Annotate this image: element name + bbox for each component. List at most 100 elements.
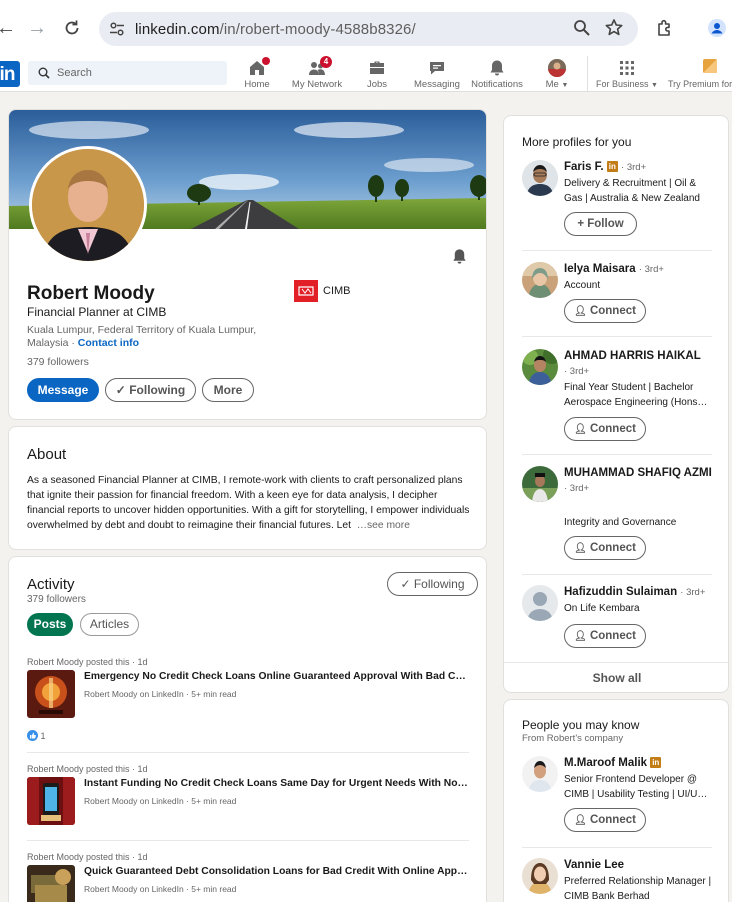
connect-button[interactable]: 👤︎ Connect xyxy=(564,299,646,323)
premium-icon xyxy=(703,59,721,77)
people-you-may-know-card: People you may know From Robert's compan… xyxy=(503,699,729,902)
suggestion-headline: Final Year Student | Bachelor Aerospace … xyxy=(564,382,708,408)
browser-profile-icon[interactable] xyxy=(707,18,727,38)
post-source: Robert Moody on LinkedIn · 5+ min read xyxy=(84,689,237,699)
profile-suggestion[interactable]: Vannie Lee Preferred Relationship Manage… xyxy=(522,858,714,902)
nav-try-premium[interactable]: Try Premium for xyxy=(666,58,732,92)
profile-suggestion[interactable]: Hafizuddin Sulaiman · 3rd+ On Life Kemba… xyxy=(522,585,714,649)
profile-suggestion[interactable]: Faris F. in · 3rd+ Delivery & Recruitmen… xyxy=(522,160,714,240)
post-item[interactable]: Robert Moody posted this · 1d Emergency … xyxy=(27,657,469,747)
back-icon[interactable]: ← xyxy=(0,18,16,38)
url-text[interactable]: linkedin.com/in/robert-moody-4588b8326/ xyxy=(135,21,416,38)
profile-suggestion[interactable]: MUHAMMAD SHAFIQ AZMI · 3rd+ Integrity and… xyxy=(522,466,714,564)
profile-headline: Financial Planner at CIMB xyxy=(27,305,167,319)
suggestion-headline: On Life Kembara xyxy=(564,603,640,614)
divider xyxy=(27,840,469,841)
post-item[interactable]: Robert Moody posted this · 1d Quick Guar… xyxy=(27,852,469,902)
extensions-icon[interactable] xyxy=(655,18,675,38)
nav-home[interactable]: Home xyxy=(229,57,285,92)
avatar[interactable] xyxy=(522,262,558,298)
nav-jobs[interactable]: Jobs xyxy=(349,58,405,92)
suggestion-headline: Delivery & Recruitment | Oil & Gas | Aus… xyxy=(564,178,700,204)
profile-suggestion[interactable]: Ielya Maisara · 3rd+ Account 👤︎ Connect xyxy=(522,262,714,326)
more-profiles-card: More profiles for you Faris F. in · 3rd+… xyxy=(503,115,729,693)
plus-icon: + xyxy=(577,218,585,230)
post-title[interactable]: Emergency No Credit Check Loans Online G… xyxy=(84,671,469,682)
zoom-icon[interactable] xyxy=(572,18,592,38)
more-button[interactable]: More xyxy=(202,378,254,402)
suggestion-name[interactable]: Faris F. in · 3rd+ xyxy=(564,160,714,175)
add-person-icon: 👤︎ xyxy=(574,631,587,642)
message-button[interactable]: Message xyxy=(27,378,99,402)
avatar[interactable] xyxy=(522,585,558,621)
follow-button[interactable]: + Follow xyxy=(564,212,637,236)
suggestion-name[interactable]: AHMAD HARRIS HAIKAL · 3rd+ xyxy=(564,349,714,379)
search-input[interactable]: Search xyxy=(28,61,227,85)
suggestion-name[interactable]: Vannie Lee xyxy=(564,858,714,873)
avatar[interactable] xyxy=(522,160,558,196)
nav-me[interactable]: Me ▼ xyxy=(529,58,585,92)
bell-icon xyxy=(488,59,506,77)
avatar[interactable] xyxy=(522,756,558,792)
see-more-link[interactable]: …see more xyxy=(357,520,410,531)
profile-followers: 379 followers xyxy=(27,356,89,368)
nav-messaging[interactable]: Messaging xyxy=(409,58,465,92)
suggestion-headline: Preferred Relationship Manager | CIMB Ba… xyxy=(564,876,712,902)
check-icon: ✓ xyxy=(400,577,411,591)
avatar[interactable] xyxy=(522,349,558,385)
grid-icon xyxy=(618,59,636,77)
add-person-icon: 👤︎ xyxy=(574,543,587,554)
nav-for-business[interactable]: For Business ▼ xyxy=(594,58,660,92)
tab-posts[interactable]: Posts xyxy=(27,613,73,636)
notify-bell-icon[interactable] xyxy=(451,248,468,265)
connect-button[interactable]: 👤︎ Connect xyxy=(564,417,646,441)
post-item[interactable]: Robert Moody posted this · 1d Instant Fu… xyxy=(27,764,469,834)
activity-following-button[interactable]: ✓ Following xyxy=(387,572,478,596)
show-all-button[interactable]: Show all xyxy=(504,664,728,692)
nav-my-network[interactable]: 4 My Network xyxy=(289,56,345,92)
divider xyxy=(27,752,469,753)
profile-top-card: Robert Moody Financial Planner at CIMB K… xyxy=(8,109,487,420)
profile-location-line: Kuala Lumpur, Federal Territory of Kuala… xyxy=(27,324,257,349)
post-title[interactable]: Quick Guaranteed Debt Consolidation Loan… xyxy=(84,866,469,877)
suggestion-name[interactable]: Ielya Maisara · 3rd+ xyxy=(564,262,714,277)
chevron-down-icon: ▼ xyxy=(561,82,569,89)
connect-button[interactable]: 👤︎ Connect xyxy=(564,536,646,560)
post-meta: Robert Moody posted this · 1d xyxy=(27,657,148,667)
profile-suggestion[interactable]: AHMAD HARRIS HAIKAL · 3rd+ Final Year Stu… xyxy=(522,349,714,443)
profile-suggestion[interactable]: M.Maroof Malik in Senior Frontend Develo… xyxy=(522,756,714,836)
nav-divider xyxy=(587,56,588,92)
post-thumbnail xyxy=(27,670,75,718)
tab-articles[interactable]: Articles xyxy=(80,613,139,636)
post-reactions[interactable]: 1 xyxy=(27,730,46,741)
divider xyxy=(522,336,712,337)
avatar xyxy=(548,59,566,77)
bookmark-star-icon[interactable] xyxy=(604,18,624,38)
company-name: CIMB xyxy=(323,284,351,297)
avatar[interactable] xyxy=(522,858,558,894)
site-settings-icon[interactable] xyxy=(109,21,125,37)
suggestion-name[interactable]: M.Maroof Malik in xyxy=(564,756,714,771)
linkedin-logo[interactable]: in xyxy=(0,61,20,87)
following-button[interactable]: ✓ Following xyxy=(105,378,196,402)
forward-icon[interactable]: → xyxy=(27,18,47,38)
network-icon: 4 xyxy=(308,56,332,77)
avatar[interactable] xyxy=(522,466,558,502)
connect-button[interactable]: 👤︎ Connect xyxy=(564,808,646,832)
contact-info-link[interactable]: Contact info xyxy=(78,337,139,349)
current-company[interactable]: CIMB xyxy=(294,280,351,302)
address-bar[interactable]: linkedin.com/in/robert-moody-4588b8326/ xyxy=(99,12,638,46)
suggestion-name[interactable]: MUHAMMAD SHAFIQ AZMI · 3rd+ xyxy=(564,466,714,496)
reload-icon[interactable] xyxy=(63,19,81,37)
profile-location: Kuala Lumpur, Federal Territory of Kuala… xyxy=(27,324,257,349)
profile-photo[interactable] xyxy=(29,146,147,264)
divider xyxy=(522,847,712,848)
like-icon xyxy=(27,730,38,741)
nav-notifications[interactable]: Notifications xyxy=(469,58,525,92)
suggestion-name[interactable]: Hafizuddin Sulaiman · 3rd+ xyxy=(564,585,714,600)
activity-followers: 379 followers xyxy=(27,594,86,605)
post-title[interactable]: Instant Funding No Credit Check Loans Sa… xyxy=(84,778,469,789)
briefcase-icon xyxy=(368,59,386,77)
messaging-icon xyxy=(428,59,446,77)
connect-button[interactable]: 👤︎ Connect xyxy=(564,624,646,648)
